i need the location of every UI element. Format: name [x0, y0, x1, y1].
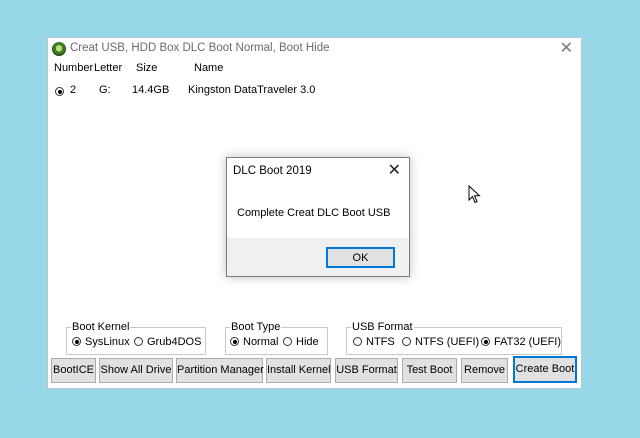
drive-select-radio[interactable] — [55, 87, 64, 96]
drive-size: 14.4GB — [132, 84, 170, 96]
option-syslinux[interactable]: SysLinux — [72, 336, 130, 348]
radio-button[interactable] — [481, 337, 490, 346]
window-close-button[interactable]: ✕ — [560, 39, 573, 59]
option-grub4dos[interactable]: Grub4DOS — [134, 336, 201, 348]
test-boot-button[interactable]: Test Boot — [402, 358, 457, 383]
create-boot-button[interactable]: Create Boot — [513, 356, 577, 383]
option-hide[interactable]: Hide — [283, 336, 319, 348]
usb-format-button[interactable]: USB Format — [335, 358, 398, 383]
radio-button[interactable] — [72, 337, 81, 346]
column-letter: Letter — [94, 62, 123, 74]
title-bar[interactable]: Creat USB, HDD Box DLC Boot Normal, Boot… — [48, 38, 581, 60]
radio-button[interactable] — [283, 337, 292, 346]
drive-name: Kingston DataTraveler 3.0 — [188, 84, 316, 96]
boot-type-group: Boot Type Normal Hide — [225, 321, 328, 355]
option-ntfs[interactable]: NTFS — [353, 336, 395, 348]
app-disc-icon — [52, 42, 66, 56]
boot-kernel-group: Boot Kernel SysLinux Grub4DOS — [66, 321, 206, 355]
partition-manager-button[interactable]: Partition Manager — [176, 358, 264, 383]
dialog-message: Complete Creat DLC Boot USB — [237, 207, 391, 219]
column-name: Name — [194, 62, 224, 74]
option-normal[interactable]: Normal — [230, 336, 278, 348]
column-size: Size — [136, 62, 158, 74]
mouse-pointer-icon — [468, 185, 481, 204]
dialog-close-button[interactable]: ✕ — [388, 160, 401, 182]
radio-button[interactable] — [134, 337, 143, 346]
radio-button[interactable] — [353, 337, 362, 346]
column-number: Number — [54, 62, 94, 74]
usb-format-group: USB Format NTFS NTFS (UEFI) FAT32 (UEFI) — [346, 321, 562, 355]
dialog-footer: OK — [227, 238, 409, 276]
boot-kernel-legend: Boot Kernel — [71, 321, 131, 333]
option-ntfs-uefi[interactable]: NTFS (UEFI) — [402, 336, 479, 348]
radio-button[interactable] — [402, 337, 411, 346]
remove-button[interactable]: Remove — [461, 358, 508, 383]
usb-format-legend: USB Format — [351, 321, 414, 333]
show-all-drive-button[interactable]: Show All Drive — [99, 358, 173, 383]
completion-dialog: DLC Boot 2019 ✕ Complete Creat DLC Boot … — [226, 157, 410, 277]
bootice-button[interactable]: BootICE — [51, 358, 96, 383]
radio-button[interactable] — [230, 337, 239, 346]
drive-number: 2 — [70, 84, 77, 96]
drive-letter: G: — [99, 84, 111, 96]
dialog-title: DLC Boot 2019 — [233, 165, 312, 177]
ok-button[interactable]: OK — [326, 247, 395, 268]
window-title: Creat USB, HDD Box DLC Boot Normal, Boot… — [70, 42, 330, 54]
boot-type-legend: Boot Type — [230, 321, 282, 333]
option-fat32-uefi[interactable]: FAT32 (UEFI) — [481, 336, 561, 348]
drive-row[interactable]: 2 G: 14.4GB Kingston DataTraveler 3.0 — [54, 84, 574, 100]
install-kernel-button[interactable]: Install Kernel — [266, 358, 331, 383]
